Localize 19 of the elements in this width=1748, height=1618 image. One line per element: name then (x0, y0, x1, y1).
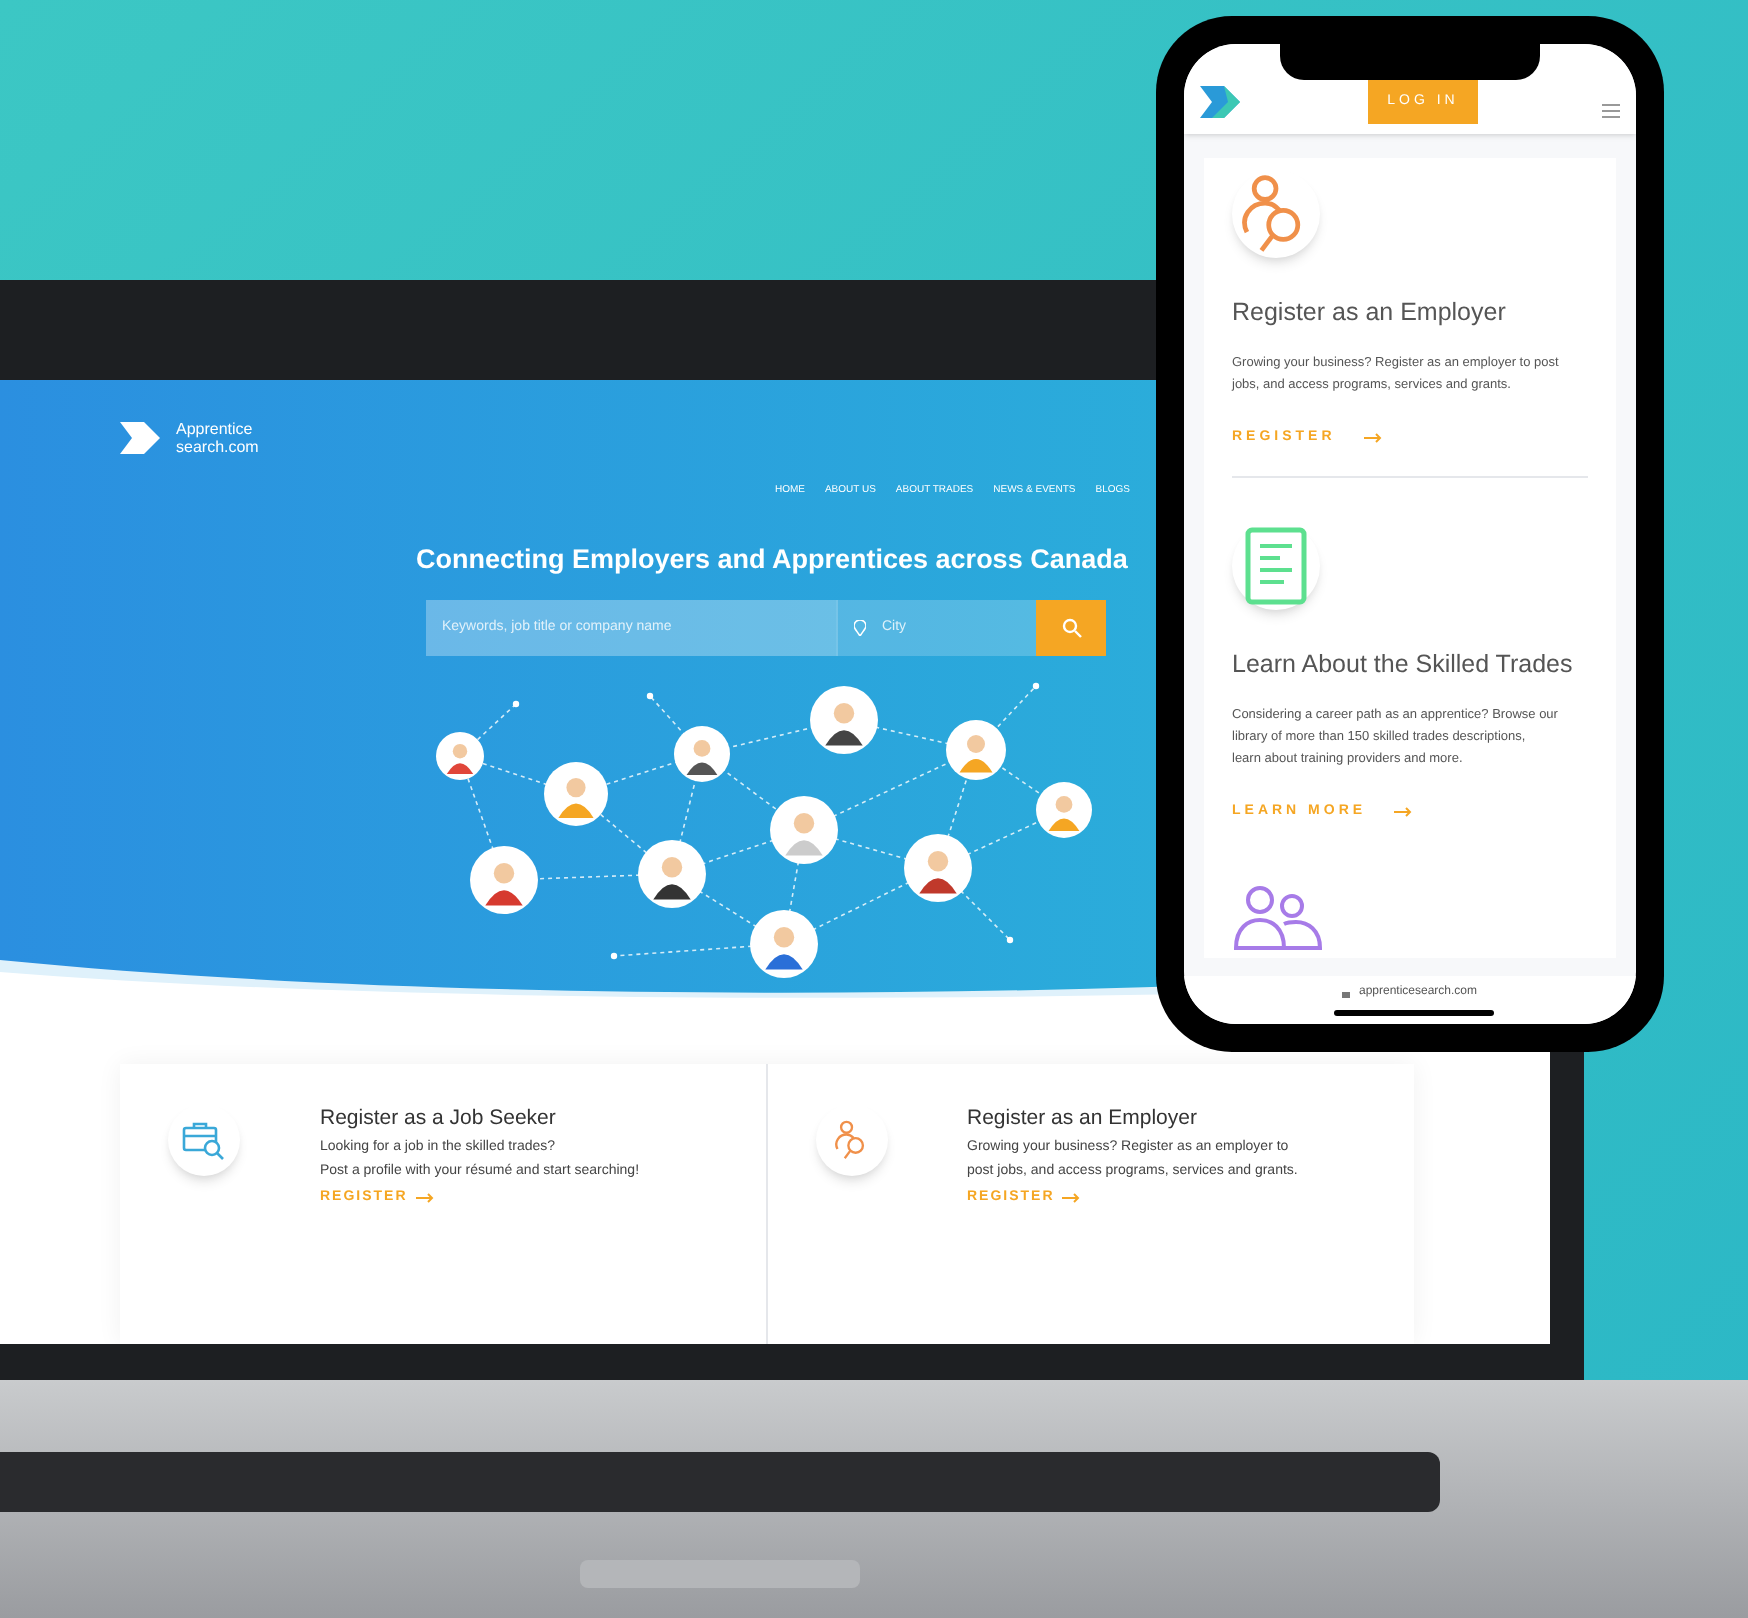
arrow-icon (1062, 1192, 1083, 1204)
briefcase-search-icon (182, 1120, 226, 1160)
card-title: Register as a Job Seeker (320, 1104, 558, 1134)
location-pin-icon (854, 619, 866, 636)
search-icon (1061, 617, 1081, 638)
logo-icon (120, 422, 160, 454)
card-title: Register as an Employer (967, 1104, 1199, 1134)
arrow-icon (415, 1192, 436, 1204)
card-title: Register as an Employer (1232, 296, 1508, 330)
logo-text: Apprentice search.com (176, 420, 259, 456)
arrow-icon (1394, 806, 1415, 819)
menu-icon (1601, 104, 1620, 118)
hero-headline: Connecting Employers and Apprentices across Canada (416, 541, 1128, 578)
search-button[interactable] (1036, 599, 1106, 656)
arrow-icon (1363, 432, 1384, 444)
people-icon (1232, 883, 1324, 951)
document-icon (1244, 526, 1308, 607)
logo-icon (1200, 86, 1244, 118)
card-title: Learn About the Skilled Trades (1232, 648, 1575, 683)
